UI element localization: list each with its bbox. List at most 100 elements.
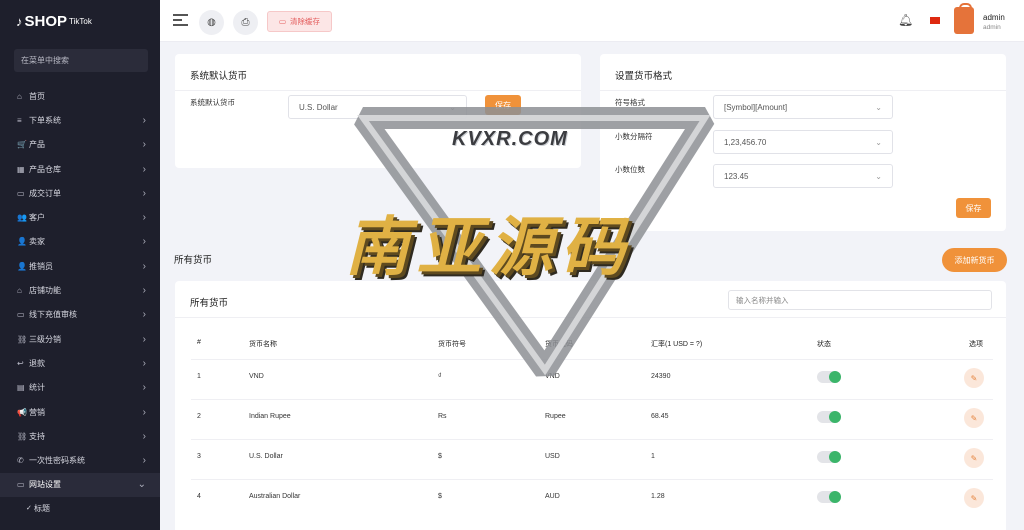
decimals-select[interactable]: 123.45 ⌄ (713, 164, 893, 188)
sidebar-item[interactable]: ▤ 统计 › (0, 376, 160, 400)
logo[interactable]: ♪ SHOP TikTok (0, 0, 160, 42)
table-cell: AUD (545, 493, 560, 500)
status-toggle[interactable] (817, 451, 841, 463)
table-cell: U.S. Dollar (249, 453, 283, 460)
chevron-icon: › (142, 357, 146, 369)
menu-icon: ✆ (17, 456, 24, 466)
globe-icon[interactable]: ◍ (199, 10, 224, 35)
sidebar-item-label: 产品 (29, 140, 45, 150)
edit-icon[interactable]: ✎ (964, 448, 984, 468)
status-toggle[interactable] (817, 491, 841, 503)
sidebar-subitem[interactable]: ✓ 标题 (0, 497, 160, 519)
sidebar-item[interactable]: ▭ 成交订单 › (0, 181, 160, 205)
select-value: 1,23,456.70 (724, 137, 767, 147)
watermark-text: 南亚源码 (345, 211, 633, 285)
table-cell: Australian Dollar (249, 493, 301, 500)
check-icon: ✓ (26, 505, 32, 513)
sidebar-item-label: 下单系统 (29, 115, 61, 125)
menu-icon: ▭ (17, 188, 25, 198)
sidebar-item[interactable]: ▭ 线下充值审核 › (0, 303, 160, 327)
select-value: 123.45 (724, 171, 749, 181)
column-header: # (197, 339, 201, 346)
menu-icon: ▦ (17, 164, 25, 174)
symbol-format-select[interactable]: [Symbol][Amount] ⌄ (713, 95, 893, 119)
logo-sub: TikTok (69, 16, 92, 26)
table-cell: 68.45 (651, 413, 669, 420)
status-toggle[interactable] (817, 411, 841, 423)
edit-icon[interactable]: ✎ (964, 408, 984, 428)
card-title: 系统默认货币 (190, 71, 248, 82)
language-flag-icon[interactable] (930, 17, 940, 24)
sidebar-item[interactable]: ⌂ 首页 (0, 84, 160, 108)
sidebar-item-label: 网站设置 (29, 480, 61, 490)
sidebar-item[interactable]: 🛒 产品 › (0, 133, 160, 157)
sidebar-menu: ⌂ 首页 ≡ 下单系统 › 🛒 产品 › ▦ 产品仓库 › ▭ 成交订单 › 👥 客户 › 👤 卖家 › 👤 推销员 › ⌂ 店… (0, 84, 160, 519)
save-button[interactable]: 保存 (956, 198, 991, 218)
decimal-separator-select[interactable]: 1,23,456.70 ⌄ (713, 130, 893, 154)
clear-cache-button[interactable]: ▭ 清除缓存 (267, 11, 332, 32)
sidebar-item[interactable]: ⛓ 三级分销 › (0, 327, 160, 351)
printer-icon[interactable]: ⎙ (233, 10, 258, 35)
sidebar-item[interactable]: ✆ 一次性密码系统 › (0, 448, 160, 472)
table-cell: Rupee (545, 413, 566, 420)
menu-icon: ⛓ (17, 334, 28, 344)
sidebar-search-input[interactable]: 在菜单中搜索 (14, 49, 148, 72)
menu-icon: ⛓ (17, 431, 28, 441)
section-title: 所有货币 (174, 255, 213, 266)
field-label: 系统默认货币 (190, 98, 235, 107)
admin-name[interactable]: admin (983, 13, 1005, 22)
menu-icon: ▭ (17, 310, 25, 320)
chevron-down-icon: ⌄ (875, 171, 882, 181)
sidebar-item[interactable]: ↩ 退款 › (0, 351, 160, 375)
sidebar-item-label: 支持 (29, 431, 45, 441)
sidebar-item[interactable]: 👤 卖家 › (0, 230, 160, 254)
sidebar-item[interactable]: 👥 客户 › (0, 205, 160, 229)
column-header: 状态 (817, 341, 831, 348)
menu-icon: 📢 (17, 407, 27, 417)
sidebar-item-label: 退款 (29, 358, 45, 368)
avatar[interactable] (954, 3, 974, 34)
sidebar-item-label: 统计 (29, 383, 45, 393)
edit-icon[interactable]: ✎ (964, 488, 984, 508)
chevron-icon: › (142, 382, 146, 394)
sidebar-item[interactable]: ⌂ 店铺功能 › (0, 278, 160, 302)
sidebar-item[interactable]: 📢 营销 › (0, 400, 160, 424)
sidebar-item-label: 店铺功能 (29, 286, 61, 296)
sidebar-item[interactable]: ▭ 网站设置 ⌄ (0, 472, 160, 498)
sidebar-item[interactable]: ⛓ 支持 › (0, 424, 160, 448)
toggle-knob (829, 451, 841, 463)
status-toggle[interactable] (817, 371, 841, 383)
table-cell: $ (438, 453, 442, 460)
menu-icon: 👤 (17, 261, 27, 271)
chevron-icon: › (142, 236, 146, 248)
select-value: [Symbol][Amount] (724, 102, 788, 112)
sidebar-item[interactable]: ≡ 下单系统 › (0, 108, 160, 132)
chevron-down-icon: ⌄ (875, 102, 882, 112)
sidebar-item[interactable]: 👤 推销员 › (0, 254, 160, 278)
topbar: ◍ ⎙ ▭ 清除缓存 🔔︎ admin admin (160, 0, 1024, 42)
divider (600, 90, 1006, 91)
edit-icon[interactable]: ✎ (964, 368, 984, 388)
menu-icon: 👤 (17, 237, 27, 247)
card-title: 所有货币 (190, 298, 229, 309)
table-cell: VND (249, 373, 264, 380)
chevron-icon: › (142, 406, 146, 418)
add-currency-button[interactable]: 添加新货币 (942, 248, 1007, 272)
table-row: 3 U.S. Dollar $ USD 1 ✎ (191, 439, 993, 479)
chevron-icon: › (142, 260, 146, 272)
sidebar-item-label: 卖家 (29, 237, 45, 247)
menu-toggle-icon[interactable] (173, 14, 188, 26)
chevron-icon: › (142, 430, 146, 442)
menu-icon: ↩ (17, 358, 24, 368)
menu-icon: ⌂ (17, 91, 22, 101)
sidebar-item[interactable]: ▦ 产品仓库 › (0, 157, 160, 181)
toggle-knob (829, 371, 841, 383)
chevron-icon: › (142, 187, 146, 199)
divider (175, 90, 581, 91)
table-cell: Rs (438, 413, 447, 420)
chevron-icon: › (142, 139, 146, 151)
bell-icon[interactable]: 🔔︎ (898, 13, 913, 27)
sidebar-item-label: 客户 (29, 213, 45, 223)
currency-search-input[interactable]: 输入名称并输入 (728, 290, 992, 310)
drive-icon: ▭ (278, 17, 287, 26)
